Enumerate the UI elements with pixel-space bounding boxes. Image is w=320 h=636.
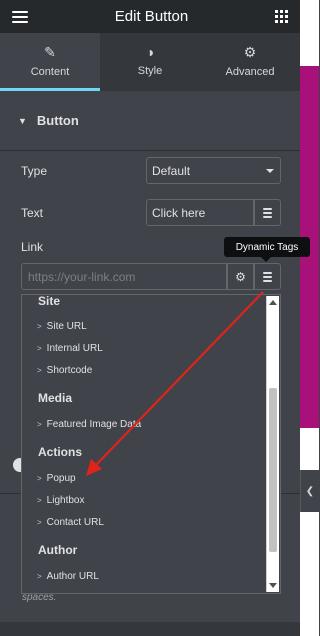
grid-icon[interactable]	[274, 10, 288, 23]
tag-item-label: Popup	[46, 473, 76, 484]
link-dynamic-tags-button[interactable]	[254, 263, 281, 290]
gear-icon: ⚙	[235, 269, 246, 284]
tag-item-label: Lightbox	[46, 495, 85, 506]
tag-item-shortcode[interactable]: > Shortcode	[37, 365, 92, 376]
dynamic-tags-dropdown: Site > Site URL > Internal URL > Shortcode …	[21, 294, 281, 594]
pencil-icon: ✎	[44, 43, 56, 60]
tag-item-contact-url[interactable]: > Contact URL	[37, 517, 104, 528]
tag-item-label: Featured Image Data	[46, 419, 142, 430]
link-url-input[interactable]: https://your-link.com	[21, 263, 227, 290]
gear-icon: ⚙	[243, 43, 257, 60]
type-select[interactable]: Default	[146, 157, 281, 184]
tag-group-media: Media	[38, 391, 73, 405]
scrollbar-thumb[interactable]	[269, 388, 277, 552]
tag-group-author: Author	[38, 543, 78, 557]
tab-advanced[interactable]: ⚙ Advanced	[200, 33, 300, 91]
link-label: Link	[21, 240, 44, 254]
chevron-right-icon: >	[37, 420, 42, 429]
tab-content[interactable]: ✎ Content	[0, 33, 100, 91]
section-title: Button	[36, 113, 79, 128]
contrast-icon: ◑	[145, 44, 155, 60]
text-input-value: Click here	[152, 205, 206, 220]
tag-item-featured-image-data[interactable]: > Featured Image Data	[37, 419, 141, 430]
chevron-right-icon: >	[37, 496, 42, 505]
tag-item-author-url[interactable]: > Author URL	[37, 571, 99, 582]
tag-item-label: Author URL	[46, 571, 99, 582]
text-label: Text	[21, 206, 44, 220]
chevron-right-icon: >	[37, 366, 42, 375]
link-url-placeholder: https://your-link.com	[28, 269, 136, 284]
hamburger-icon[interactable]	[12, 10, 28, 23]
tag-group-site: Site	[38, 294, 61, 308]
chevron-down-icon	[266, 169, 274, 173]
tag-group-actions: Actions	[38, 445, 83, 459]
chevron-right-icon: >	[37, 322, 42, 331]
tag-item-site-url[interactable]: > Site URL	[37, 321, 87, 332]
scroll-down-arrow-icon[interactable]	[269, 583, 277, 588]
tab-label: Style	[137, 65, 163, 77]
text-dynamic-tags-button[interactable]	[254, 199, 281, 226]
database-icon	[263, 207, 272, 218]
type-label: Type	[21, 164, 48, 178]
text-input[interactable]: Click here	[146, 199, 254, 226]
tag-item-internal-url[interactable]: > Internal URL	[37, 343, 103, 354]
next-section-header[interactable]	[0, 622, 300, 636]
chevron-left-icon: ❮	[305, 485, 315, 497]
dropdown-scrollbar[interactable]	[266, 296, 279, 592]
link-options-button[interactable]: ⚙	[227, 263, 254, 290]
chevron-right-icon: >	[37, 572, 42, 581]
scroll-up-arrow-icon[interactable]	[269, 300, 277, 305]
chevron-right-icon: >	[37, 344, 42, 353]
tab-label: Advanced	[225, 65, 275, 78]
tag-item-label: Site URL	[46, 321, 87, 332]
tab-style[interactable]: ◑ Style	[100, 33, 200, 91]
collapse-panel-handle[interactable]: ❮	[300, 470, 319, 512]
panel-title: Edit Button	[114, 8, 189, 25]
panel-tabs: ✎ Content ◑ Style ⚙ Advanced	[0, 33, 300, 91]
dynamic-tags-tooltip: Dynamic Tags	[224, 237, 310, 262]
tag-item-label: Shortcode	[46, 365, 93, 376]
caret-down-icon: ▼	[18, 115, 27, 126]
database-icon	[263, 271, 272, 282]
tag-item-lightbox[interactable]: > Lightbox	[37, 495, 84, 506]
tab-label: Content	[30, 65, 70, 78]
chevron-right-icon: >	[37, 518, 42, 527]
chevron-right-icon: >	[37, 474, 42, 483]
tag-item-label: Internal URL	[46, 343, 103, 354]
type-select-value: Default	[152, 163, 191, 178]
tag-item-popup[interactable]: > Popup	[37, 473, 76, 484]
section-button-header[interactable]: ▼ Button	[0, 91, 300, 151]
panel-header: Edit Button	[0, 0, 300, 33]
tag-item-label: Contact URL	[46, 517, 104, 528]
